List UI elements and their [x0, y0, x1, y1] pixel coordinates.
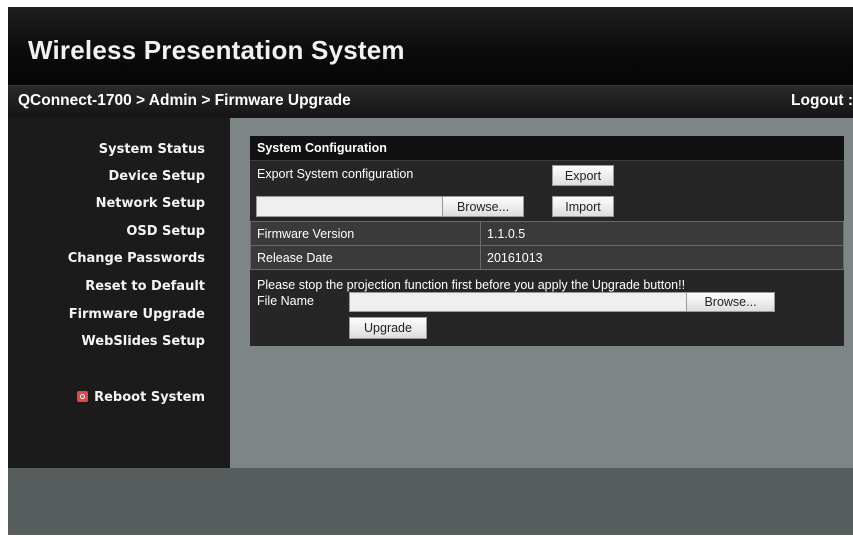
firmware-version-value: 1.1.0.5: [480, 221, 844, 246]
sidebar-item-webslides-setup[interactable]: WebSlides Setup: [81, 334, 205, 349]
reboot-label: Reboot System: [94, 390, 205, 405]
upgrade-notice: Please stop the projection function firs…: [257, 278, 686, 292]
import-row: Browse... Import: [250, 189, 844, 221]
upgrade-section: Please stop the projection function firs…: [250, 270, 844, 346]
header-banner: Wireless Presentation System: [8, 7, 853, 85]
firmware-file-input[interactable]: [349, 292, 687, 312]
firmware-info-table: Firmware Version 1.1.0.5 Release Date 20…: [250, 221, 844, 270]
main-content: System Configuration Export System confi…: [230, 118, 853, 468]
file-name-label: File Name: [257, 294, 314, 308]
sidebar-item-firmware-upgrade[interactable]: Firmware Upgrade: [69, 307, 205, 322]
logout-link[interactable]: Logout :: [791, 92, 853, 110]
export-label: Export System configuration: [257, 167, 414, 181]
sidebar-item-reboot-system[interactable]: Reboot System: [77, 390, 205, 405]
app-title: Wireless Presentation System: [28, 35, 405, 65]
import-button[interactable]: Import: [552, 196, 614, 217]
page-frame: Wireless Presentation System QConnect-17…: [8, 7, 853, 535]
export-button[interactable]: Export: [552, 165, 614, 186]
footer: [8, 468, 853, 535]
panel-title: System Configuration: [250, 136, 844, 161]
sidebar-item-osd-setup[interactable]: OSD Setup: [126, 224, 205, 239]
release-date-label: Release Date: [250, 245, 481, 270]
upgrade-button[interactable]: Upgrade: [349, 317, 427, 339]
firmware-browse-button[interactable]: Browse...: [686, 292, 775, 312]
sidebar-item-reset-to-default[interactable]: Reset to Default: [85, 279, 205, 294]
breadcrumb-bar: QConnect-1700 > Admin > Firmware Upgrade…: [8, 85, 853, 119]
sidebar-item-network-setup[interactable]: Network Setup: [96, 196, 205, 211]
table-row: Firmware Version 1.1.0.5: [250, 221, 844, 246]
sidebar-item-device-setup[interactable]: Device Setup: [108, 169, 205, 184]
export-row: Export System configuration Export: [250, 161, 844, 189]
sidebar: System Status Device Setup Network Setup…: [8, 118, 230, 468]
reboot-icon: [77, 391, 89, 402]
table-row: Release Date 20161013: [250, 245, 844, 270]
config-browse-button[interactable]: Browse...: [442, 196, 524, 217]
release-date-value: 20161013: [480, 245, 844, 270]
breadcrumb: QConnect-1700 > Admin > Firmware Upgrade: [18, 92, 351, 109]
system-configuration-panel: System Configuration Export System confi…: [250, 136, 844, 346]
sidebar-item-change-passwords[interactable]: Change Passwords: [68, 251, 205, 266]
firmware-version-label: Firmware Version: [250, 221, 481, 246]
config-file-input[interactable]: [256, 196, 443, 217]
sidebar-item-system-status[interactable]: System Status: [99, 142, 205, 157]
